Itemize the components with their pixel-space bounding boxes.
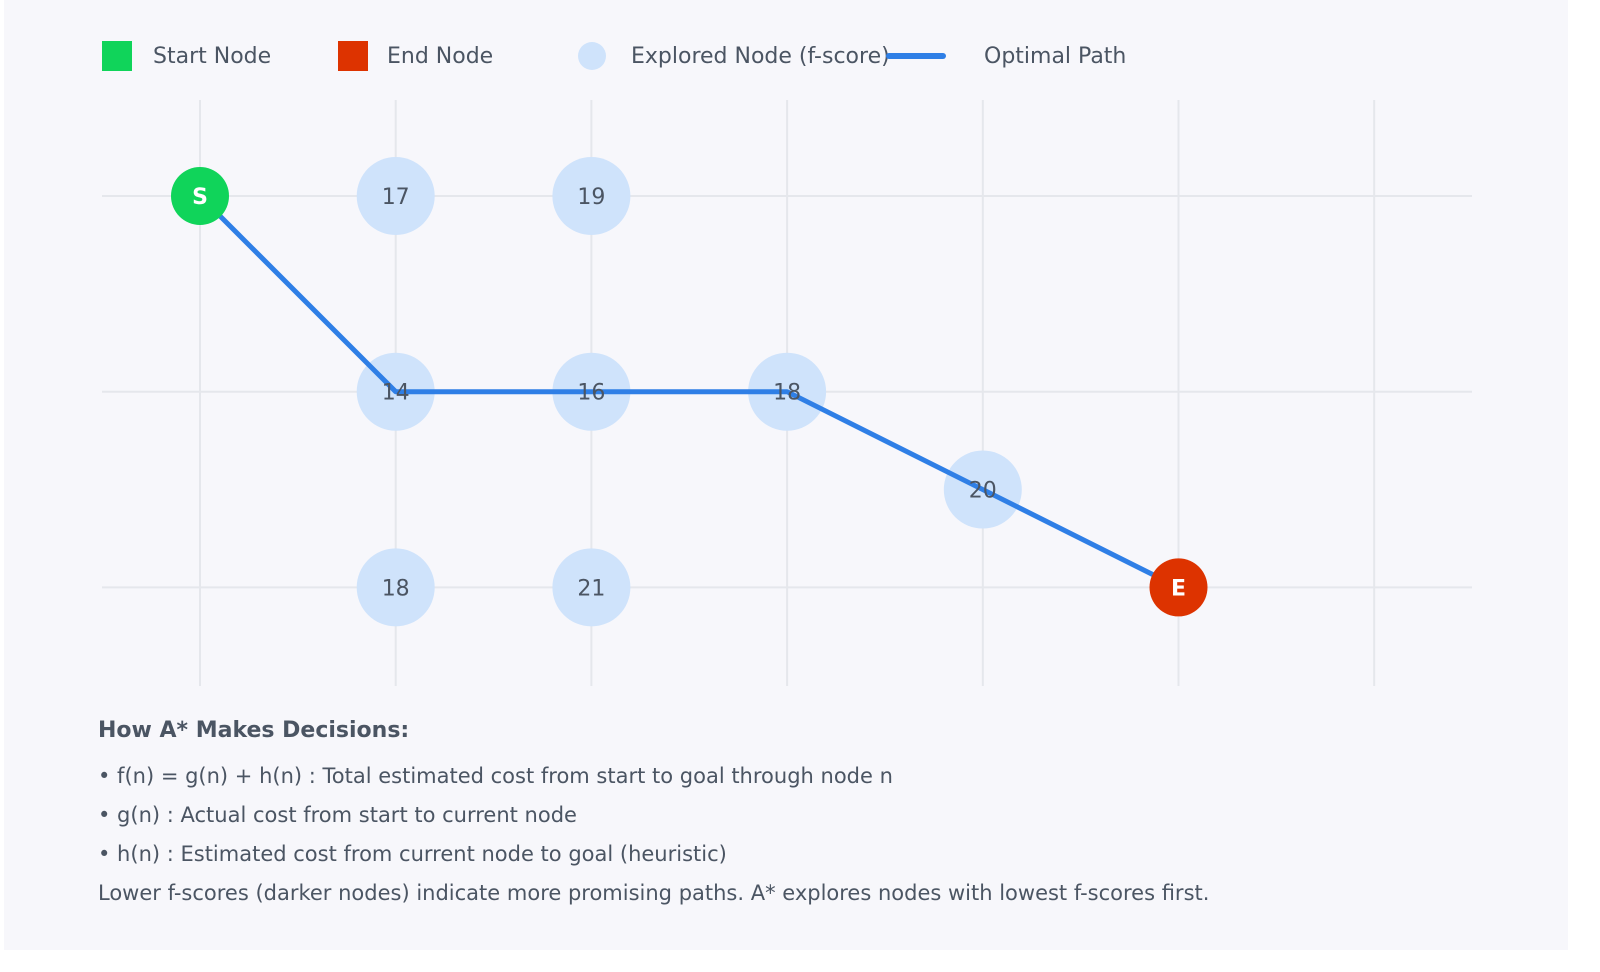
explanation-box: How A* Makes Decisions: • f(n) = g(n) + …	[98, 718, 1498, 913]
explanation-line: • g(n) : Actual cost from start to curre…	[98, 803, 577, 827]
end-node-label: E	[1171, 576, 1186, 601]
f-score-label: 20	[969, 479, 997, 504]
explanation-note: Lower f-scores (darker nodes) indicate m…	[98, 881, 1210, 905]
explanation-title: How A* Makes Decisions:	[98, 718, 410, 743]
f-score-label: 16	[577, 381, 605, 406]
f-score-label: 21	[577, 576, 605, 601]
explanation-line: • h(n) : Estimated cost from current nod…	[98, 842, 727, 866]
start-node-label: S	[192, 185, 208, 210]
explanation-line: • f(n) = g(n) + h(n) : Total estimated c…	[98, 764, 893, 788]
f-score-label: 18	[382, 576, 410, 601]
f-score-label: 14	[382, 381, 410, 406]
f-score-label: 18	[773, 381, 801, 406]
f-score-label: 17	[382, 185, 410, 210]
f-score-label: 19	[577, 185, 605, 210]
